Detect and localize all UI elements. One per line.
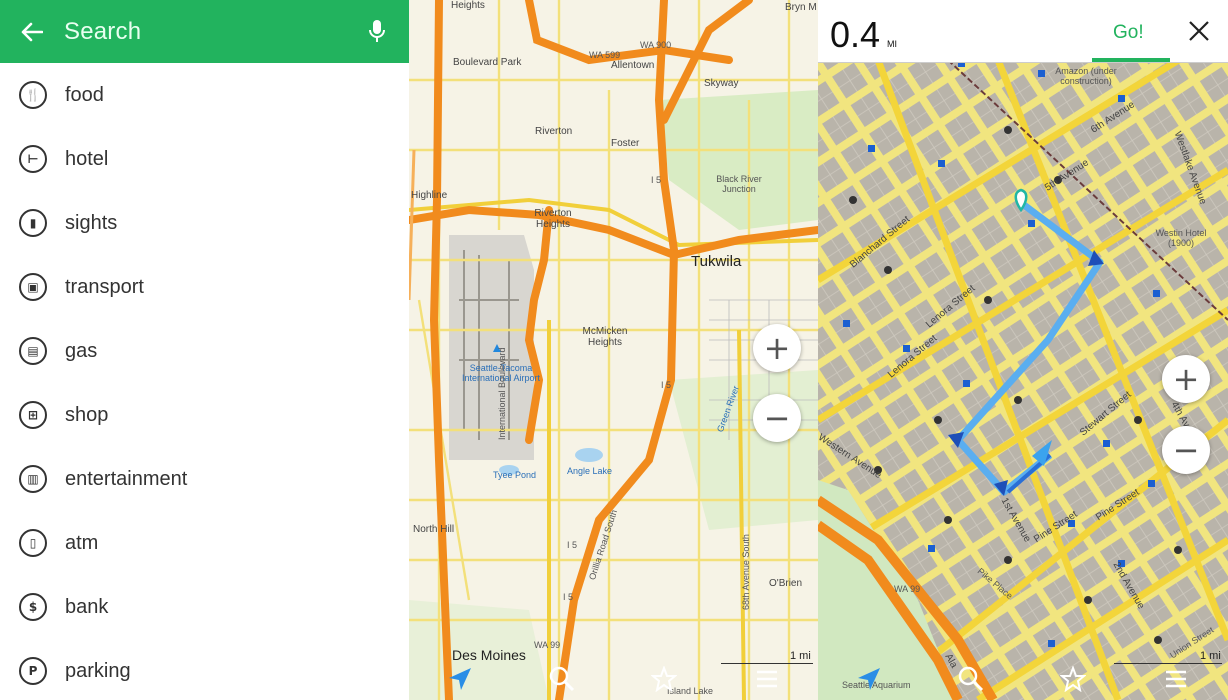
category-label: shop: [65, 403, 109, 426]
bus-icon: ▣: [19, 273, 47, 301]
navigation-header: 0.4 MI Go!: [818, 0, 1228, 63]
route-distance-unit: MI: [887, 39, 897, 49]
bookmarks-button[interactable]: [1056, 664, 1090, 694]
search-icon: [549, 666, 575, 692]
category-item-sights[interactable]: ▮ sights: [0, 191, 409, 255]
map-label-city: Tukwila: [691, 253, 742, 270]
zoom-out-button[interactable]: −: [753, 394, 801, 442]
category-label: atm: [65, 531, 99, 554]
map-label: O'Brien: [769, 578, 803, 589]
map-label: Amazon (under construction): [1055, 66, 1117, 86]
category-list: 🍴 food ⊢ hotel ▮ sights ▣ transport ▤ gas ⊞ sh…: [0, 63, 409, 700]
close-icon: [1189, 21, 1209, 41]
map-toolbar: [818, 656, 1228, 700]
overview-map[interactable]: Heights Bryn M Boulevard Park Allentown …: [409, 0, 818, 700]
category-item-shop[interactable]: ⊞ shop: [0, 383, 409, 447]
film-icon: ▥: [19, 465, 47, 493]
map-label: Skyway: [704, 78, 739, 89]
microphone-icon: [369, 19, 385, 42]
menu-icon: [757, 670, 777, 688]
zoom-in-button[interactable]: +: [753, 324, 801, 372]
map-label-water: Angle Lake: [567, 466, 613, 476]
map-label: Westin Hotel (1900): [1155, 228, 1207, 248]
map-label-water: Tyee Pond: [493, 470, 537, 480]
menu-button[interactable]: [1159, 664, 1193, 694]
search-bar: Search: [0, 0, 409, 63]
category-item-bank[interactable]: $ bank: [0, 575, 409, 639]
category-label: gas: [65, 339, 98, 362]
fuel-icon: ▤: [19, 337, 47, 365]
museum-icon: ▮: [19, 209, 47, 237]
category-item-parking[interactable]: Pparking: [0, 639, 409, 700]
map-label: Riverton Heights: [534, 208, 572, 230]
star-icon: [1060, 666, 1086, 692]
route-distance: 0.4: [830, 14, 881, 55]
map-label: McMicken Heights: [582, 326, 628, 348]
location-button[interactable]: [443, 664, 477, 694]
city-map-canvas: [818, 0, 1228, 700]
map-label: Boulevard Park: [453, 57, 522, 68]
menu-icon: [1166, 670, 1186, 688]
map-label: Bryn M: [785, 2, 817, 13]
atm-icon: ▯: [19, 529, 47, 557]
map-route-shield: I 5: [567, 540, 578, 550]
search-input[interactable]: Search: [64, 18, 345, 46]
location-button[interactable]: [852, 664, 886, 694]
back-button[interactable]: [0, 0, 64, 63]
app-root: Search 🍴 food ⊢ hotel ▮ sights ▣ transport ▤…: [0, 0, 1228, 700]
map-route-shield: I 5: [661, 380, 672, 390]
map-label: Allentown: [611, 60, 655, 71]
navigation-map[interactable]: Amazon (under construction) 6th Avenue 5…: [818, 0, 1228, 700]
map-toolbar: [409, 656, 818, 700]
search-map-button[interactable]: [954, 664, 988, 694]
category-item-entertainment[interactable]: ▥ entertainment: [0, 447, 409, 511]
bed-icon: ⊢: [19, 145, 47, 173]
go-button-underline: [1092, 58, 1170, 62]
map-label: Foster: [611, 138, 640, 149]
search-icon: [958, 666, 984, 692]
star-icon: [651, 666, 677, 692]
map-label: Heights: [451, 0, 485, 11]
map-route-shield: I 5: [563, 592, 574, 602]
category-item-gas[interactable]: ▤ gas: [0, 319, 409, 383]
search-map-button[interactable]: [545, 664, 579, 694]
cart-icon: ⊞: [19, 401, 47, 429]
map-route-shield: WA 99: [894, 584, 921, 594]
map-label-street: 68th Avenue South: [741, 534, 751, 610]
zoom-in-button[interactable]: +: [1162, 355, 1210, 403]
map-route-shield: WA 900: [640, 40, 672, 50]
map-label: Riverton: [535, 126, 573, 137]
close-button[interactable]: [1186, 18, 1212, 44]
bank-icon: $: [19, 593, 47, 621]
zoom-out-button[interactable]: −: [1162, 426, 1210, 474]
navigation-arrow-icon: [449, 668, 471, 690]
map-route-shield: WA 99: [534, 640, 561, 650]
category-label: hotel: [65, 147, 109, 170]
microphone-button[interactable]: [345, 0, 409, 63]
category-label: food: [65, 83, 104, 106]
navigation-arrow-icon: [858, 668, 880, 690]
category-item-food[interactable]: 🍴 food: [0, 63, 409, 127]
go-button[interactable]: Go!: [1113, 22, 1144, 44]
category-item-transport[interactable]: ▣ transport: [0, 255, 409, 319]
search-panel: Search 🍴 food ⊢ hotel ▮ sights ▣ transport ▤…: [0, 0, 409, 700]
fork-knife-icon: 🍴: [19, 81, 47, 109]
category-label: sights: [65, 211, 118, 234]
category-label: transport: [65, 275, 144, 298]
arrow-left-icon: [21, 22, 43, 41]
category-label: parking: [65, 659, 131, 682]
category-item-hotel[interactable]: ⊢ hotel: [0, 127, 409, 191]
map-route-shield: I 5: [651, 175, 662, 185]
category-label: entertainment: [65, 467, 188, 490]
menu-button[interactable]: [750, 664, 784, 694]
map-label-street: International Boulevard: [497, 347, 507, 440]
map-label: Black River Junction: [716, 174, 762, 194]
bookmarks-button[interactable]: [647, 664, 681, 694]
map-route-shield: WA 599: [589, 50, 621, 60]
map-label: North Hill: [413, 524, 455, 535]
category-item-atm[interactable]: ▯ atm: [0, 511, 409, 575]
category-label: bank: [65, 595, 109, 618]
map-label: Highline: [411, 190, 448, 201]
parking-icon: P: [19, 657, 47, 685]
